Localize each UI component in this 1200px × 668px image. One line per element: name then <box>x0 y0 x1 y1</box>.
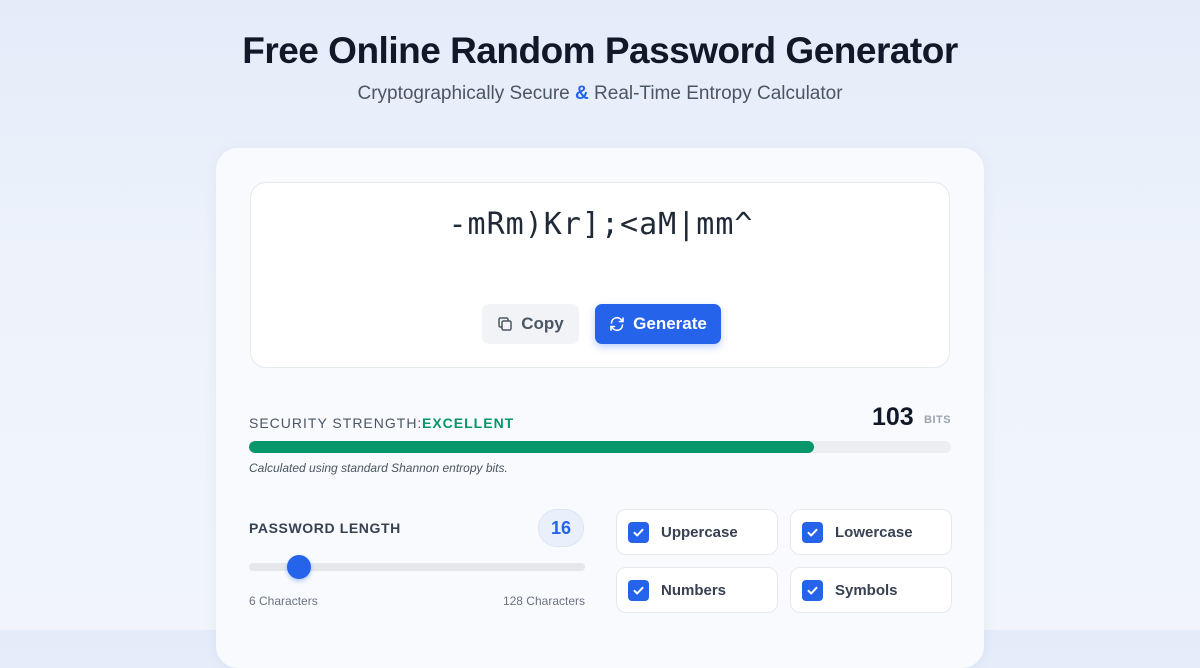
strength-meter-fill <box>249 441 815 453</box>
option-lowercase[interactable]: Lowercase <box>790 509 952 555</box>
page-subtitle: Cryptographically Secure & Real-Time Ent… <box>0 83 1200 105</box>
option-symbols[interactable]: Symbols <box>790 567 952 613</box>
copy-button[interactable]: Copy <box>482 304 579 344</box>
generator-card: -mRm)Kr];<aM|mm^ Copy Generate SECURITY … <box>216 148 984 668</box>
option-numbers-label: Numbers <box>661 581 727 599</box>
page-title: Free Online Random Password Generator <box>242 30 958 71</box>
password-output[interactable]: -mRm)Kr];<aM|mm^ <box>251 207 951 242</box>
strength-label: SECURITY STRENGTH: <box>249 415 423 431</box>
length-min-label: 6 Characters <box>249 594 318 608</box>
strength-meter <box>249 441 951 453</box>
entropy-note: Calculated using standard Shannon entrop… <box>249 461 508 475</box>
option-symbols-label: Symbols <box>835 581 898 599</box>
entropy-bits-unit: BITS <box>924 414 952 426</box>
copy-button-label: Copy <box>521 314 564 333</box>
option-lowercase-label: Lowercase <box>835 523 913 541</box>
subtitle-part-1: Cryptographically Secure <box>357 83 570 104</box>
strength-value: EXCELLENT <box>422 415 515 431</box>
password-length-value: 16 <box>538 509 584 547</box>
generate-button[interactable]: Generate <box>595 304 721 344</box>
checkmark-icon[interactable] <box>802 521 823 543</box>
subtitle-part-2: Real-Time Entropy Calculator <box>594 83 843 104</box>
option-numbers[interactable]: Numbers <box>616 567 778 613</box>
password-length-label: PASSWORD LENGTH <box>249 520 401 536</box>
length-slider-thumb[interactable] <box>286 555 311 579</box>
checkmark-icon[interactable] <box>628 579 649 601</box>
password-display-box: -mRm)Kr];<aM|mm^ Copy Generate <box>250 182 950 368</box>
refresh-icon <box>609 316 625 332</box>
option-uppercase[interactable]: Uppercase <box>616 509 778 555</box>
generate-button-label: Generate <box>633 314 707 333</box>
entropy-bits-value: 103 <box>872 403 914 431</box>
checkmark-icon[interactable] <box>802 579 823 601</box>
option-uppercase-label: Uppercase <box>661 523 738 541</box>
length-max-label: 128 Characters <box>502 594 585 608</box>
checkmark-icon[interactable] <box>628 521 649 543</box>
copy-icon <box>497 316 513 332</box>
subtitle-ampersand: & <box>575 83 589 104</box>
